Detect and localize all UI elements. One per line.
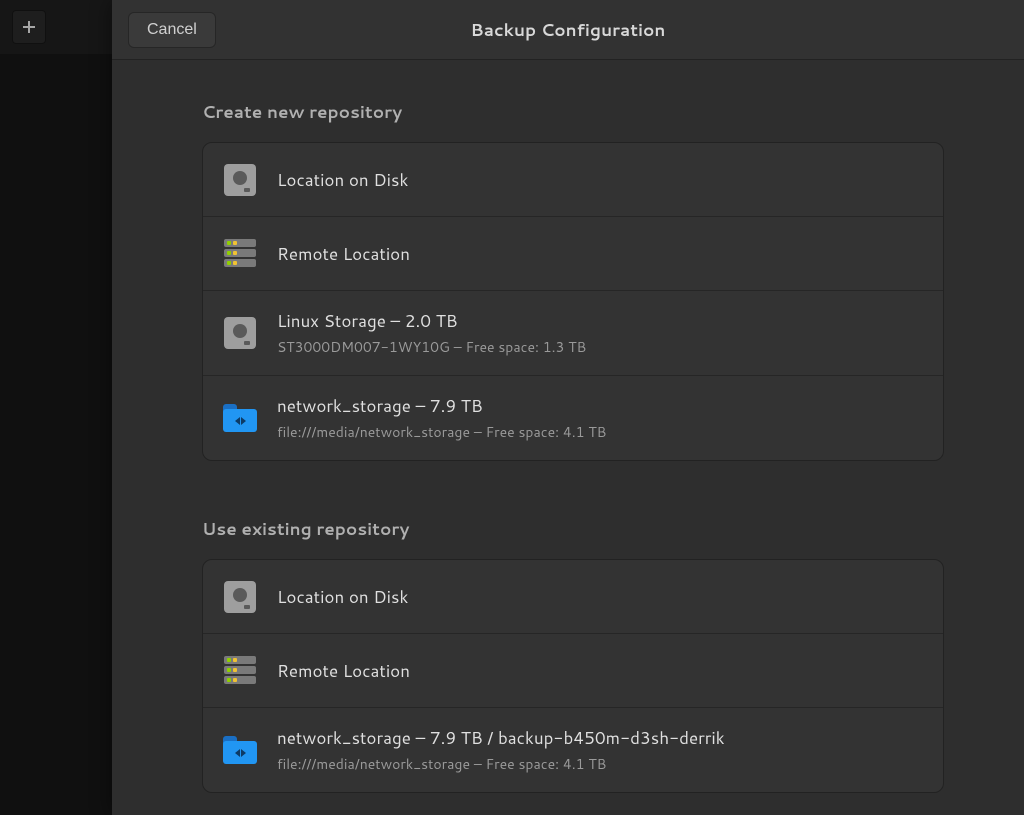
create-repo-list: Location on Disk Remote Location Linux Sto… — [202, 142, 944, 461]
section-create-label: Create new repository — [202, 100, 944, 124]
row-text: Remote Location — [277, 659, 410, 683]
row-text: Remote Location — [277, 242, 410, 266]
list-row[interactable]: Location on Disk — [203, 560, 943, 634]
row-text: Location on Disk — [277, 585, 408, 609]
network-folder-icon — [223, 404, 257, 432]
row-title: Location on Disk — [277, 168, 408, 192]
list-row[interactable]: Linux Storage – 2.0 TB ST3000DM007-1WY10G… — [203, 291, 943, 376]
dialog-title: Backup Configuration — [471, 18, 666, 42]
row-icon-wrap — [223, 316, 257, 350]
row-title: Remote Location — [277, 659, 410, 683]
row-icon-wrap — [223, 580, 257, 614]
row-icon-wrap — [223, 733, 257, 767]
row-icon-wrap — [223, 401, 257, 435]
server-icon — [224, 656, 256, 686]
row-title: Location on Disk — [277, 585, 408, 609]
list-row[interactable]: Remote Location — [203, 634, 943, 708]
network-folder-icon — [223, 736, 257, 764]
list-row[interactable]: network_storage – 7.9 TB file:///media/ne… — [203, 376, 943, 460]
row-text: Location on Disk — [277, 168, 408, 192]
row-text: Linux Storage – 2.0 TB ST3000DM007-1WY10G… — [277, 309, 586, 357]
row-text: network_storage – 7.9 TB / backup-b450m-… — [277, 726, 725, 774]
row-title: Remote Location — [277, 242, 410, 266]
existing-repo-list: Location on Disk Remote Location network_s… — [202, 559, 944, 793]
row-subtitle: file:///media/network_storage – Free spa… — [277, 754, 725, 774]
cancel-button[interactable]: Cancel — [128, 12, 216, 48]
row-title: network_storage – 7.9 TB / backup-b450m-… — [277, 726, 725, 750]
disk-icon — [224, 164, 256, 196]
list-row[interactable]: Location on Disk — [203, 143, 943, 217]
row-title: network_storage – 7.9 TB — [277, 394, 606, 418]
dialog-header: Cancel Backup Configuration — [112, 0, 1024, 60]
list-row[interactable]: Remote Location — [203, 217, 943, 291]
list-row[interactable]: network_storage – 7.9 TB / backup-b450m-… — [203, 708, 943, 792]
section-existing-label: Use existing repository — [202, 517, 944, 541]
row-subtitle: file:///media/network_storage – Free spa… — [277, 422, 606, 442]
backup-config-dialog: Cancel Backup Configuration Create new r… — [112, 0, 1024, 815]
row-subtitle: ST3000DM007-1WY10G – Free space: 1.3 TB — [277, 337, 586, 357]
dialog-body: Create new repository Location on Disk Re… — [112, 60, 1024, 815]
server-icon — [224, 239, 256, 269]
row-icon-wrap — [223, 163, 257, 197]
row-title: Linux Storage – 2.0 TB — [277, 309, 586, 333]
row-icon-wrap — [223, 654, 257, 688]
row-icon-wrap — [223, 237, 257, 271]
disk-icon — [224, 317, 256, 349]
row-text: network_storage – 7.9 TB file:///media/ne… — [277, 394, 606, 442]
disk-icon — [224, 581, 256, 613]
